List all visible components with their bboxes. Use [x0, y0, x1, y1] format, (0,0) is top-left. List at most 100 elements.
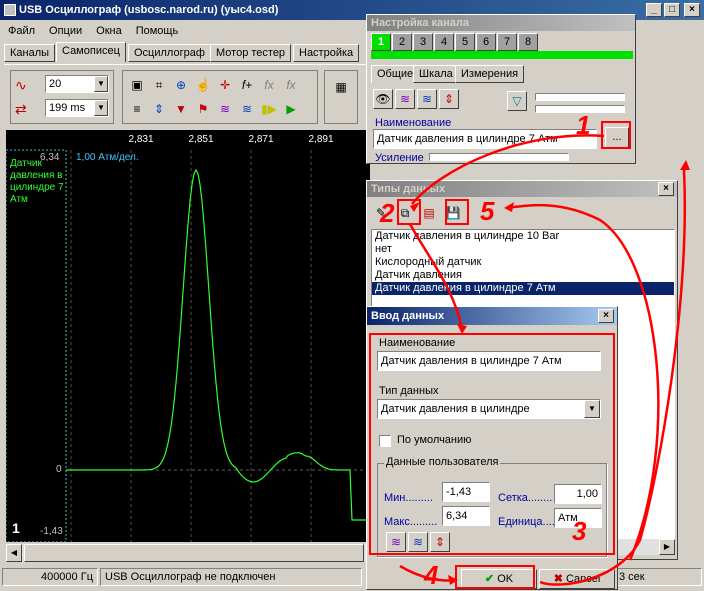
x-tick-label: 2,831 [128, 134, 153, 145]
data-entry-dialog: Ввод данных × Наименование Датчик давлен… [366, 306, 618, 590]
gain-slider[interactable] [429, 153, 569, 161]
zoom-icon[interactable]: ⊕ [171, 75, 191, 95]
list-item[interactable]: Датчик давления [372, 269, 674, 282]
channel-label-box [6, 149, 67, 542]
menu-windows[interactable]: Окна [96, 22, 122, 40]
wave-alt-icon[interactable]: ≋ [408, 532, 428, 552]
list-item[interactable]: Датчик давления в цилиндре 10 Bar [372, 230, 674, 243]
list-item[interactable]: Датчик давления в цилиндре 7 Атм [372, 282, 674, 295]
wave-alt-icon[interactable]: ≋ [237, 99, 257, 119]
default-checkbox[interactable] [379, 435, 391, 447]
ok-button[interactable]: ✔ OK [461, 569, 537, 589]
table-icon[interactable]: ▦ [331, 77, 351, 97]
function-add-icon[interactable]: f+ [237, 75, 257, 95]
maximize-button[interactable]: □ [664, 3, 680, 17]
cursor-icon[interactable]: ⌗ [149, 75, 169, 95]
app-icon [4, 4, 16, 17]
channel-tab-7[interactable]: 7 [497, 33, 517, 51]
wave-icon[interactable]: ≋ [215, 99, 235, 119]
delete-type-icon[interactable]: ▤ [419, 203, 439, 223]
channel-tab-1[interactable]: 1 [371, 33, 391, 51]
step-icon[interactable]: ▮▶ [259, 99, 279, 119]
chevron-down-icon[interactable]: ▼ [584, 400, 600, 418]
status-connection: USB Осциллограф не подключен [100, 568, 362, 586]
tab-scale[interactable]: Шкала [413, 65, 459, 83]
wave-icon[interactable]: ≋ [395, 89, 415, 109]
function-alt-icon[interactable]: fx [281, 75, 301, 95]
marker-icon[interactable]: ✛ [215, 75, 235, 95]
chevron-down-icon[interactable]: ▼ [94, 100, 108, 116]
filter-icon[interactable]: ▼ [171, 99, 191, 119]
menu-options[interactable]: Опции [49, 22, 82, 40]
annotation-number-5: 5 [480, 196, 495, 226]
entry-type-select[interactable]: Датчик давления в цилиндре ▼ [377, 399, 601, 419]
menu-bar: Файл Опции Окна Помощь [0, 22, 370, 40]
channel-color-bar [371, 51, 633, 59]
scroll-left-button[interactable]: ◀ [6, 544, 22, 562]
list-item[interactable]: нет [372, 243, 674, 256]
cancel-button[interactable]: ✖ Cancel [539, 569, 615, 589]
data-types-title: Типы данных [367, 181, 677, 197]
channel-tab-6[interactable]: 6 [476, 33, 496, 51]
entry-name-field[interactable]: Датчик давления в цилиндре 7 Атм [377, 351, 601, 371]
channel-tab-5[interactable]: 5 [455, 33, 475, 51]
function-icon[interactable]: fx [259, 75, 279, 95]
filter-icon[interactable]: ▽ [507, 91, 527, 111]
wave-alt-icon[interactable]: ≋ [417, 89, 437, 109]
menu-help[interactable]: Помощь [136, 22, 179, 40]
channel-tab-8[interactable]: 8 [518, 33, 538, 51]
channel-tab-2[interactable]: 2 [392, 33, 412, 51]
eye-icon[interactable]: 👁 [373, 89, 393, 109]
tab-measurements[interactable]: Измерения [455, 65, 525, 83]
x-tick-label: 2,851 [188, 134, 213, 145]
speed-select[interactable]: 20 ▼ [45, 75, 109, 93]
channel-number-tabs: 12345678 [371, 33, 633, 59]
y-bottom-label: -1,43 [40, 526, 63, 537]
lines-icon[interactable]: ≡ [127, 99, 147, 119]
menu-file[interactable]: Файл [8, 22, 35, 40]
record-icon[interactable]: ▣ [127, 75, 147, 95]
offset-slider-1[interactable] [535, 93, 625, 101]
settings-subtabs: Общие Шкала Измерения [371, 65, 571, 83]
tab-oscilloscope[interactable]: Осциллограф [128, 44, 211, 62]
max-label: Макс......... [384, 516, 438, 528]
vertical-scale-icon[interactable]: ⇕ [439, 89, 459, 109]
save-icon[interactable]: 💾 [443, 203, 463, 223]
tab-motor-tester[interactable]: Мотор тестер [210, 44, 292, 62]
list-item[interactable]: Кислородный датчик [372, 256, 674, 269]
data-entry-close-button[interactable]: × [598, 309, 614, 323]
copy-type-icon[interactable]: ⧉ [395, 203, 415, 223]
default-checkbox-label: По умолчанию [397, 434, 472, 446]
play-icon[interactable]: ▶ [281, 99, 301, 119]
vertical-scale-icon[interactable]: ⇕ [149, 99, 169, 119]
min-field[interactable]: -1,43 [442, 482, 490, 502]
chevron-down-icon[interactable]: ▼ [94, 76, 108, 92]
horizontal-scrollbar[interactable]: ◀ [6, 544, 370, 562]
minimize-button[interactable]: _ [646, 3, 662, 17]
scroll-right-button[interactable]: ▶ [659, 539, 675, 555]
wave-icon[interactable]: ≋ [386, 532, 406, 552]
tab-general[interactable]: Общие [371, 65, 420, 83]
scroll-thumb[interactable] [24, 544, 364, 562]
grid-field[interactable]: 1,00 [554, 484, 602, 504]
time-select[interactable]: 199 ms ▼ [45, 99, 109, 117]
y-zero-label: 0 [56, 464, 62, 475]
chart-area[interactable]: 2,831 2,851 2,871 2,891 6,34 1,00 Атм/дел. … [6, 130, 370, 542]
channel-tab-3[interactable]: 3 [413, 33, 433, 51]
channel-tab-4[interactable]: 4 [434, 33, 454, 51]
vertical-scale-icon[interactable]: ⇕ [430, 532, 450, 552]
annotation-number-2: 2 [380, 198, 395, 228]
browse-button[interactable]: ... [605, 127, 629, 149]
data-types-close-button[interactable]: × [658, 182, 674, 196]
entry-type-label: Тип данных [379, 385, 439, 397]
tab-channels[interactable]: Каналы [4, 44, 56, 62]
tab-settings[interactable]: Настройка [293, 44, 360, 62]
close-button[interactable]: × [684, 3, 700, 17]
flag-icon[interactable]: ⚑ [193, 99, 213, 119]
channel-name-field[interactable]: Датчик давления в цилиндре 7 Атм [373, 129, 597, 149]
max-field[interactable]: 6,34 [442, 506, 490, 526]
hand-icon[interactable]: ☝ [193, 75, 213, 95]
tab-recorder[interactable]: Самописец [56, 42, 126, 62]
x-tick-label: 2,871 [248, 134, 273, 145]
grid-label: Сетка........ [498, 492, 553, 504]
